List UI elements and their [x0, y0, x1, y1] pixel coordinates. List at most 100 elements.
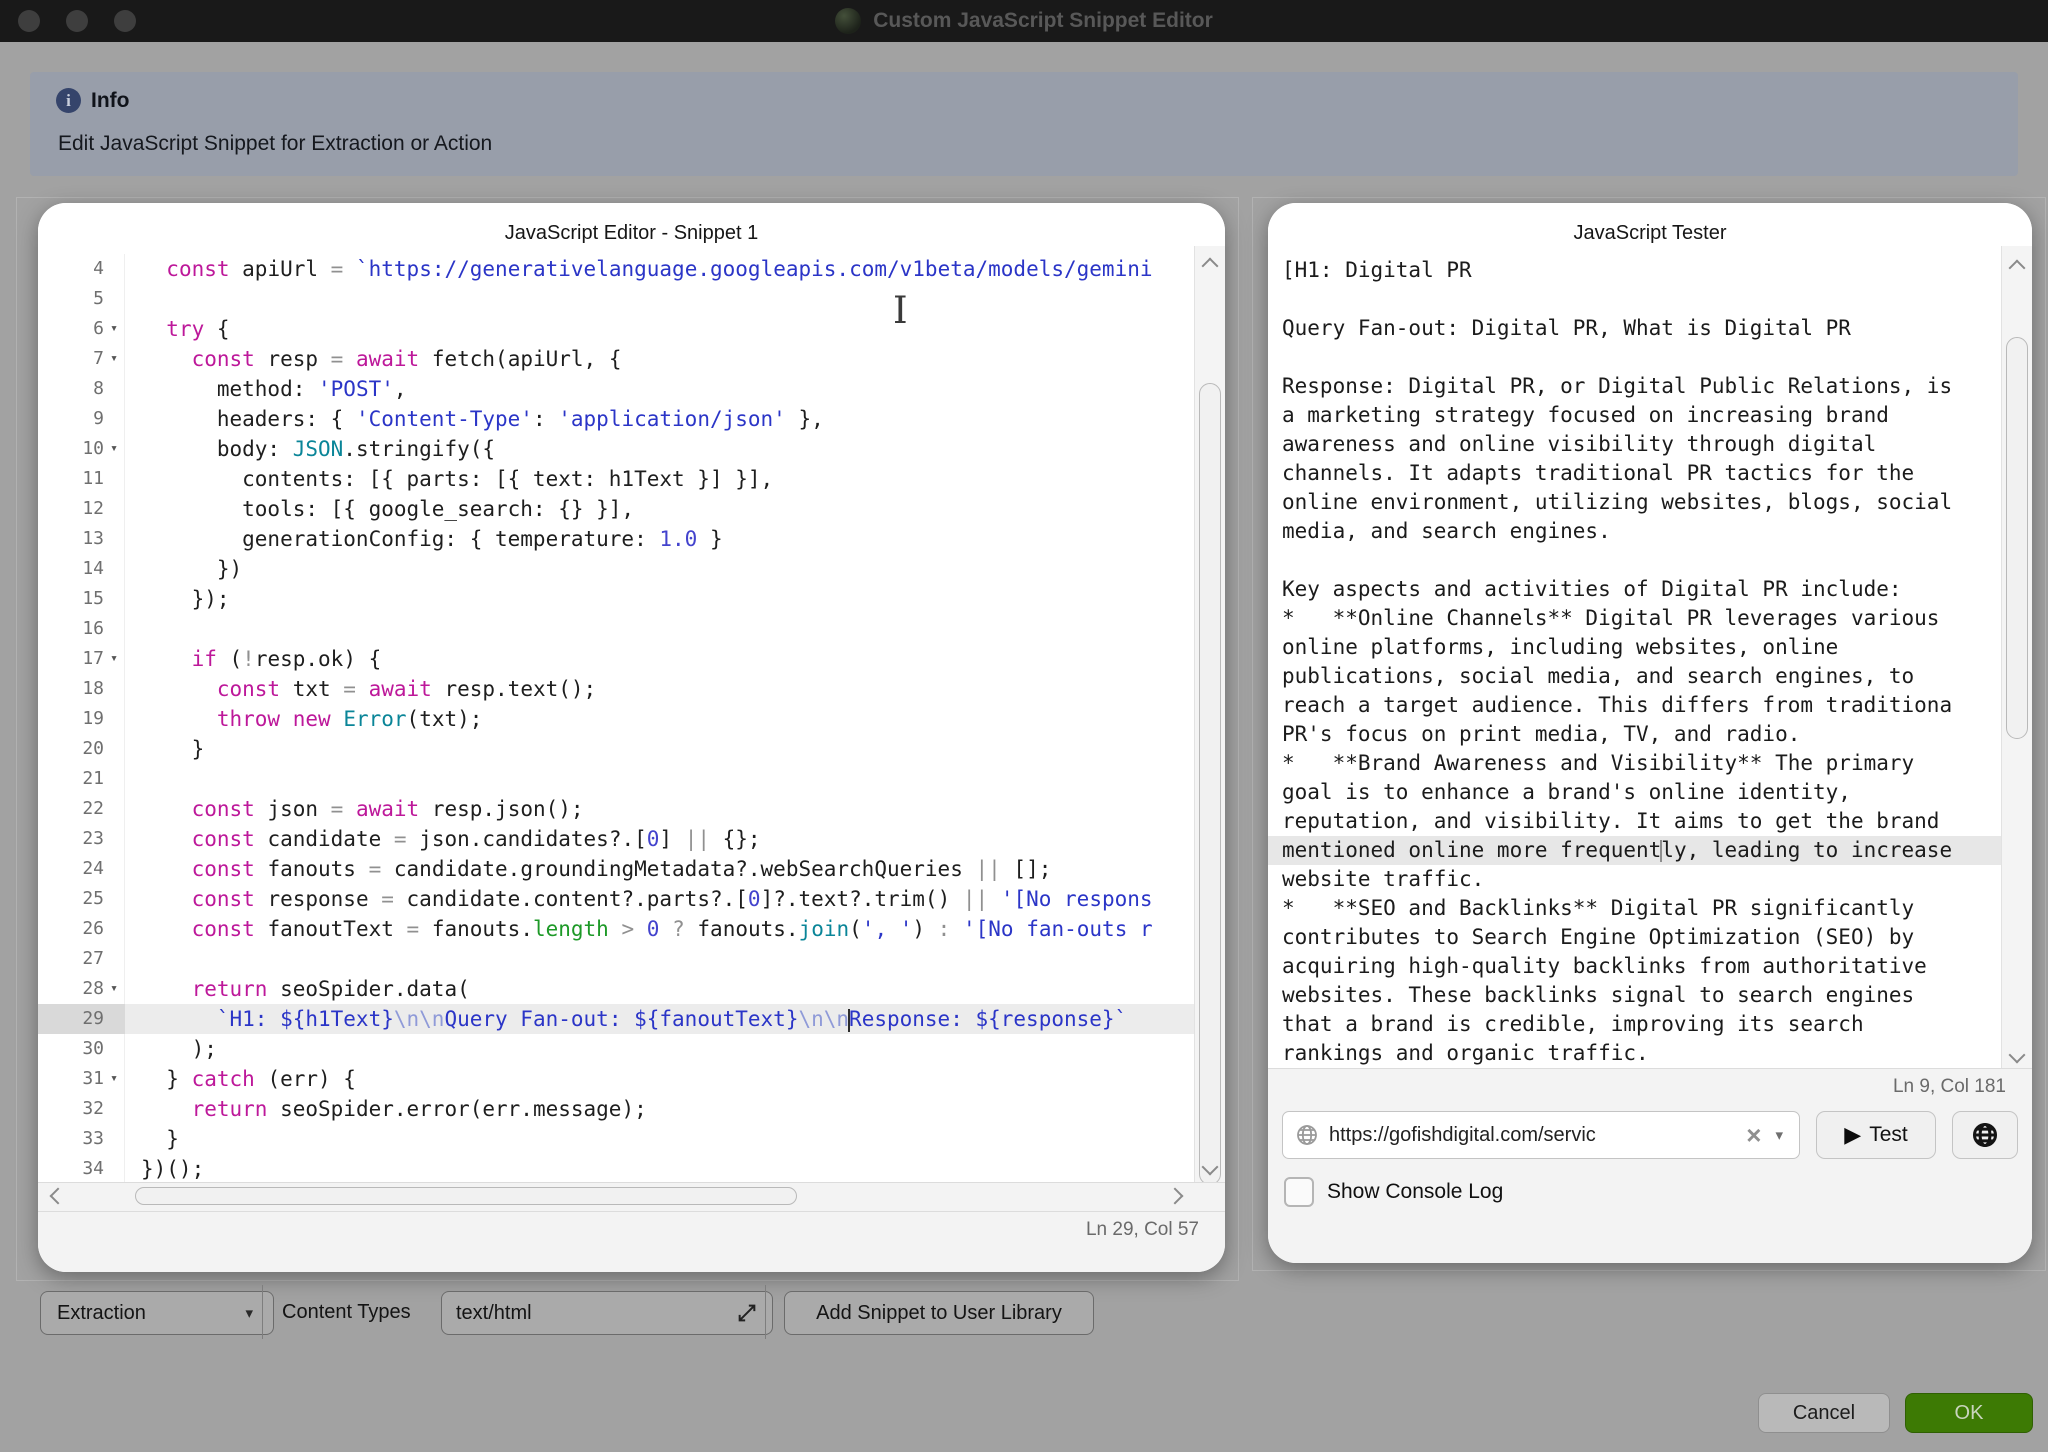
- tester-line: a marketing strategy focused on increasi…: [1268, 401, 2032, 430]
- editor-caret-status: Ln 29, Col 57: [38, 1211, 1225, 1272]
- code-line: 10▾ body: JSON.stringify({: [38, 434, 1225, 464]
- code-line: 34})();: [38, 1154, 1225, 1183]
- code-line: 5: [38, 284, 1225, 314]
- line-number: 31▾: [38, 1064, 125, 1094]
- line-number: 33: [38, 1124, 125, 1154]
- tester-line: [1268, 546, 2032, 575]
- tester-vertical-scrollbar[interactable]: [2001, 246, 2032, 1069]
- line-number: 34: [38, 1154, 125, 1183]
- tester-vscrollbar-thumb[interactable]: [2006, 337, 2028, 739]
- editor-hscrollbar-thumb[interactable]: [135, 1187, 797, 1205]
- code-editor-area[interactable]: 4 const apiUrl = `https://generativelang…: [38, 246, 1225, 1183]
- scroll-left-icon[interactable]: [50, 1188, 67, 1205]
- line-number: 12: [38, 494, 125, 524]
- open-in-browser-button[interactable]: [1952, 1111, 2018, 1159]
- code-line: 8 method: 'POST',: [38, 374, 1225, 404]
- fold-icon[interactable]: ▾: [104, 344, 124, 374]
- line-number: 8: [38, 374, 125, 404]
- code-line: 20 }: [38, 734, 1225, 764]
- line-number: 19: [38, 704, 125, 734]
- code-line: 6▾ try {: [38, 314, 1225, 344]
- show-console-log-checkbox[interactable]: [1284, 1177, 1314, 1207]
- play-icon: ▶: [1844, 1124, 1861, 1146]
- minimize-button[interactable]: [66, 10, 88, 32]
- url-dropdown-caret-icon[interactable]: ▾: [1771, 1126, 1787, 1144]
- line-number: 13: [38, 524, 125, 554]
- fold-icon[interactable]: ▾: [104, 1064, 124, 1094]
- editor-panel-title: JavaScript Editor - Snippet 1: [38, 203, 1225, 248]
- tester-panel-title: JavaScript Tester: [1268, 203, 2032, 248]
- code-line: 14 }): [38, 554, 1225, 584]
- code-line: 22 const json = await resp.json();: [38, 794, 1225, 824]
- tester-line: Response: Digital PR, or Digital Public …: [1268, 372, 2032, 401]
- tester-line: online environment, utilizing websites, …: [1268, 488, 2032, 517]
- tester-line: media, and search engines.: [1268, 517, 2032, 546]
- code-line: 26 const fanoutText = fanouts.length > 0…: [38, 914, 1225, 944]
- tester-line: publications, social media, and search e…: [1268, 662, 2032, 691]
- window-title: Custom JavaScript Snippet Editor: [873, 9, 1213, 33]
- content-types-input[interactable]: text/html: [441, 1291, 773, 1335]
- scroll-up-icon[interactable]: [2009, 260, 2026, 277]
- code-line: 19 throw new Error(txt);: [38, 704, 1225, 734]
- show-console-log-control[interactable]: Show Console Log: [1284, 1177, 1503, 1207]
- dropdown-caret-icon: ▾: [241, 1304, 257, 1322]
- tester-line: * **SEO and Backlinks** Digital PR signi…: [1268, 894, 2032, 923]
- line-number: 14: [38, 554, 125, 584]
- javascript-tester-panel: JavaScript Tester [H1: Digital PRQuery F…: [1268, 203, 2032, 1263]
- fold-icon[interactable]: ▾: [104, 644, 124, 674]
- code-line: 13 generationConfig: { temperature: 1.0 …: [38, 524, 1225, 554]
- fold-icon[interactable]: ▾: [104, 434, 124, 464]
- fold-icon[interactable]: ▾: [104, 314, 124, 344]
- tester-line: channels. It adapts traditional PR tacti…: [1268, 459, 2032, 488]
- line-number: 22: [38, 794, 125, 824]
- test-button-label: Test: [1869, 1123, 1908, 1147]
- test-url-value: https://gofishdigital.com/servic: [1329, 1124, 1736, 1147]
- tester-line: awareness and online visibility through …: [1268, 430, 2032, 459]
- editor-horizontal-scrollbar[interactable]: [38, 1183, 1225, 1209]
- show-console-log-label: Show Console Log: [1327, 1180, 1503, 1204]
- line-number: 18: [38, 674, 125, 704]
- scroll-right-icon[interactable]: [1167, 1188, 1184, 1205]
- zoom-button[interactable]: [114, 10, 136, 32]
- close-button[interactable]: [18, 10, 40, 32]
- code-lines: 4 const apiUrl = `https://generativelang…: [38, 254, 1225, 1183]
- javascript-editor-panel: JavaScript Editor - Snippet 1 4 const ap…: [38, 203, 1225, 1272]
- snippet-type-dropdown[interactable]: Extraction ▾: [40, 1291, 274, 1335]
- line-number: 25: [38, 884, 125, 914]
- cancel-button[interactable]: Cancel: [1758, 1393, 1890, 1433]
- code-line: 25 const response = candidate.content?.p…: [38, 884, 1225, 914]
- toolbar-divider: [765, 1285, 766, 1339]
- code-line: 15 });: [38, 584, 1225, 614]
- window-controls: [18, 10, 136, 32]
- tester-line: acquiring high-quality backlinks from au…: [1268, 952, 2032, 981]
- cancel-button-label: Cancel: [1793, 1402, 1855, 1425]
- ibeam-cursor-icon: I: [893, 292, 908, 329]
- line-number: 20: [38, 734, 125, 764]
- line-number: 10▾: [38, 434, 125, 464]
- tester-line: * **Brand Awareness and Visibility** The…: [1268, 749, 2032, 778]
- tester-line: Key aspects and activities of Digital PR…: [1268, 575, 2032, 604]
- expand-icon[interactable]: [736, 1302, 758, 1324]
- add-snippet-to-user-library-button[interactable]: Add Snippet to User Library: [784, 1291, 1094, 1335]
- code-line: 24 const fanouts = candidate.groundingMe…: [38, 854, 1225, 884]
- scroll-down-icon[interactable]: [1202, 1159, 1219, 1176]
- editor-vertical-scrollbar[interactable]: [1194, 246, 1225, 1183]
- clear-url-icon[interactable]: ×: [1746, 1122, 1761, 1148]
- line-number: 23: [38, 824, 125, 854]
- tester-output-area[interactable]: [H1: Digital PRQuery Fan-out: Digital PR…: [1268, 246, 2032, 1069]
- editor-vscrollbar-thumb[interactable]: [1199, 383, 1221, 1185]
- tester-line: online platforms, including websites, on…: [1268, 633, 2032, 662]
- add-snippet-label: Add Snippet to User Library: [816, 1302, 1062, 1325]
- scroll-up-icon[interactable]: [1202, 258, 1219, 275]
- line-number: 21: [38, 764, 125, 794]
- line-number: 4: [38, 254, 125, 284]
- ok-button[interactable]: OK: [1905, 1393, 2033, 1433]
- code-line: 28▾ return seoSpider.data(: [38, 974, 1225, 1004]
- code-line: 33 }: [38, 1124, 1225, 1154]
- test-button[interactable]: ▶ Test: [1816, 1111, 1936, 1159]
- code-line: 23 const candidate = json.candidates?.[0…: [38, 824, 1225, 854]
- test-url-input[interactable]: https://gofishdigital.com/servic × ▾: [1282, 1111, 1800, 1159]
- scroll-down-icon[interactable]: [2009, 1047, 2026, 1064]
- fold-icon[interactable]: ▾: [104, 974, 124, 1004]
- line-number: 26: [38, 914, 125, 944]
